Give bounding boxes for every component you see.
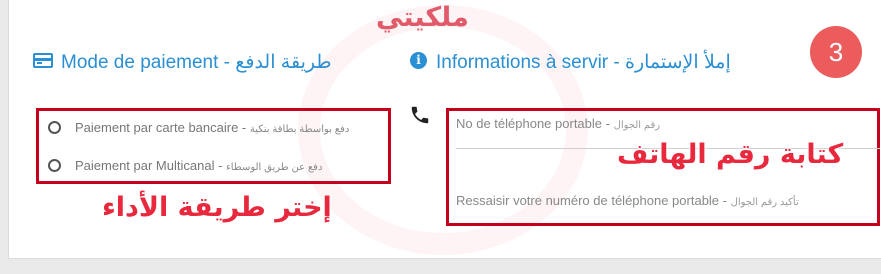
payment-option-multicanal[interactable]: Paiement par Multicanal - دفع عن طريق ال…: [48, 155, 322, 175]
phone-icon: [411, 106, 429, 124]
info-section-title: Informations à servir - إملأ الإستمارة: [436, 52, 731, 73]
credit-card-icon: [33, 53, 53, 68]
payment-option-multicanal-label: Paiement par Multicanal - دفع عن طريق ال…: [75, 157, 323, 173]
confirm-phone-field-label: Ressaisir votre numéro de téléphone port…: [456, 193, 799, 208]
radio-multicanal[interactable]: [48, 158, 61, 172]
annotation-choose-payment: إختر طريقة الأداء: [102, 192, 332, 223]
payment-section-title: Mode de paiement - طريقة الدفع: [61, 52, 332, 73]
step-badge: 3: [810, 26, 862, 78]
watermark-logo: ملكيتي: [376, 2, 469, 33]
payment-option-card[interactable]: Paiement par carte bancaire - دفع بواسطة…: [48, 117, 349, 137]
phone-field-label: No de téléphone portable - رقم الجوال: [456, 116, 661, 131]
radio-card[interactable]: [48, 120, 61, 134]
annotation-write-phone: كتابة رقم الهاتف: [617, 139, 844, 170]
info-icon: i: [410, 52, 427, 69]
confirm-phone-field[interactable]: Ressaisir votre numéro de téléphone port…: [456, 193, 880, 231]
payment-option-card-label: Paiement par carte bancaire - دفع بواسطة…: [75, 119, 350, 135]
